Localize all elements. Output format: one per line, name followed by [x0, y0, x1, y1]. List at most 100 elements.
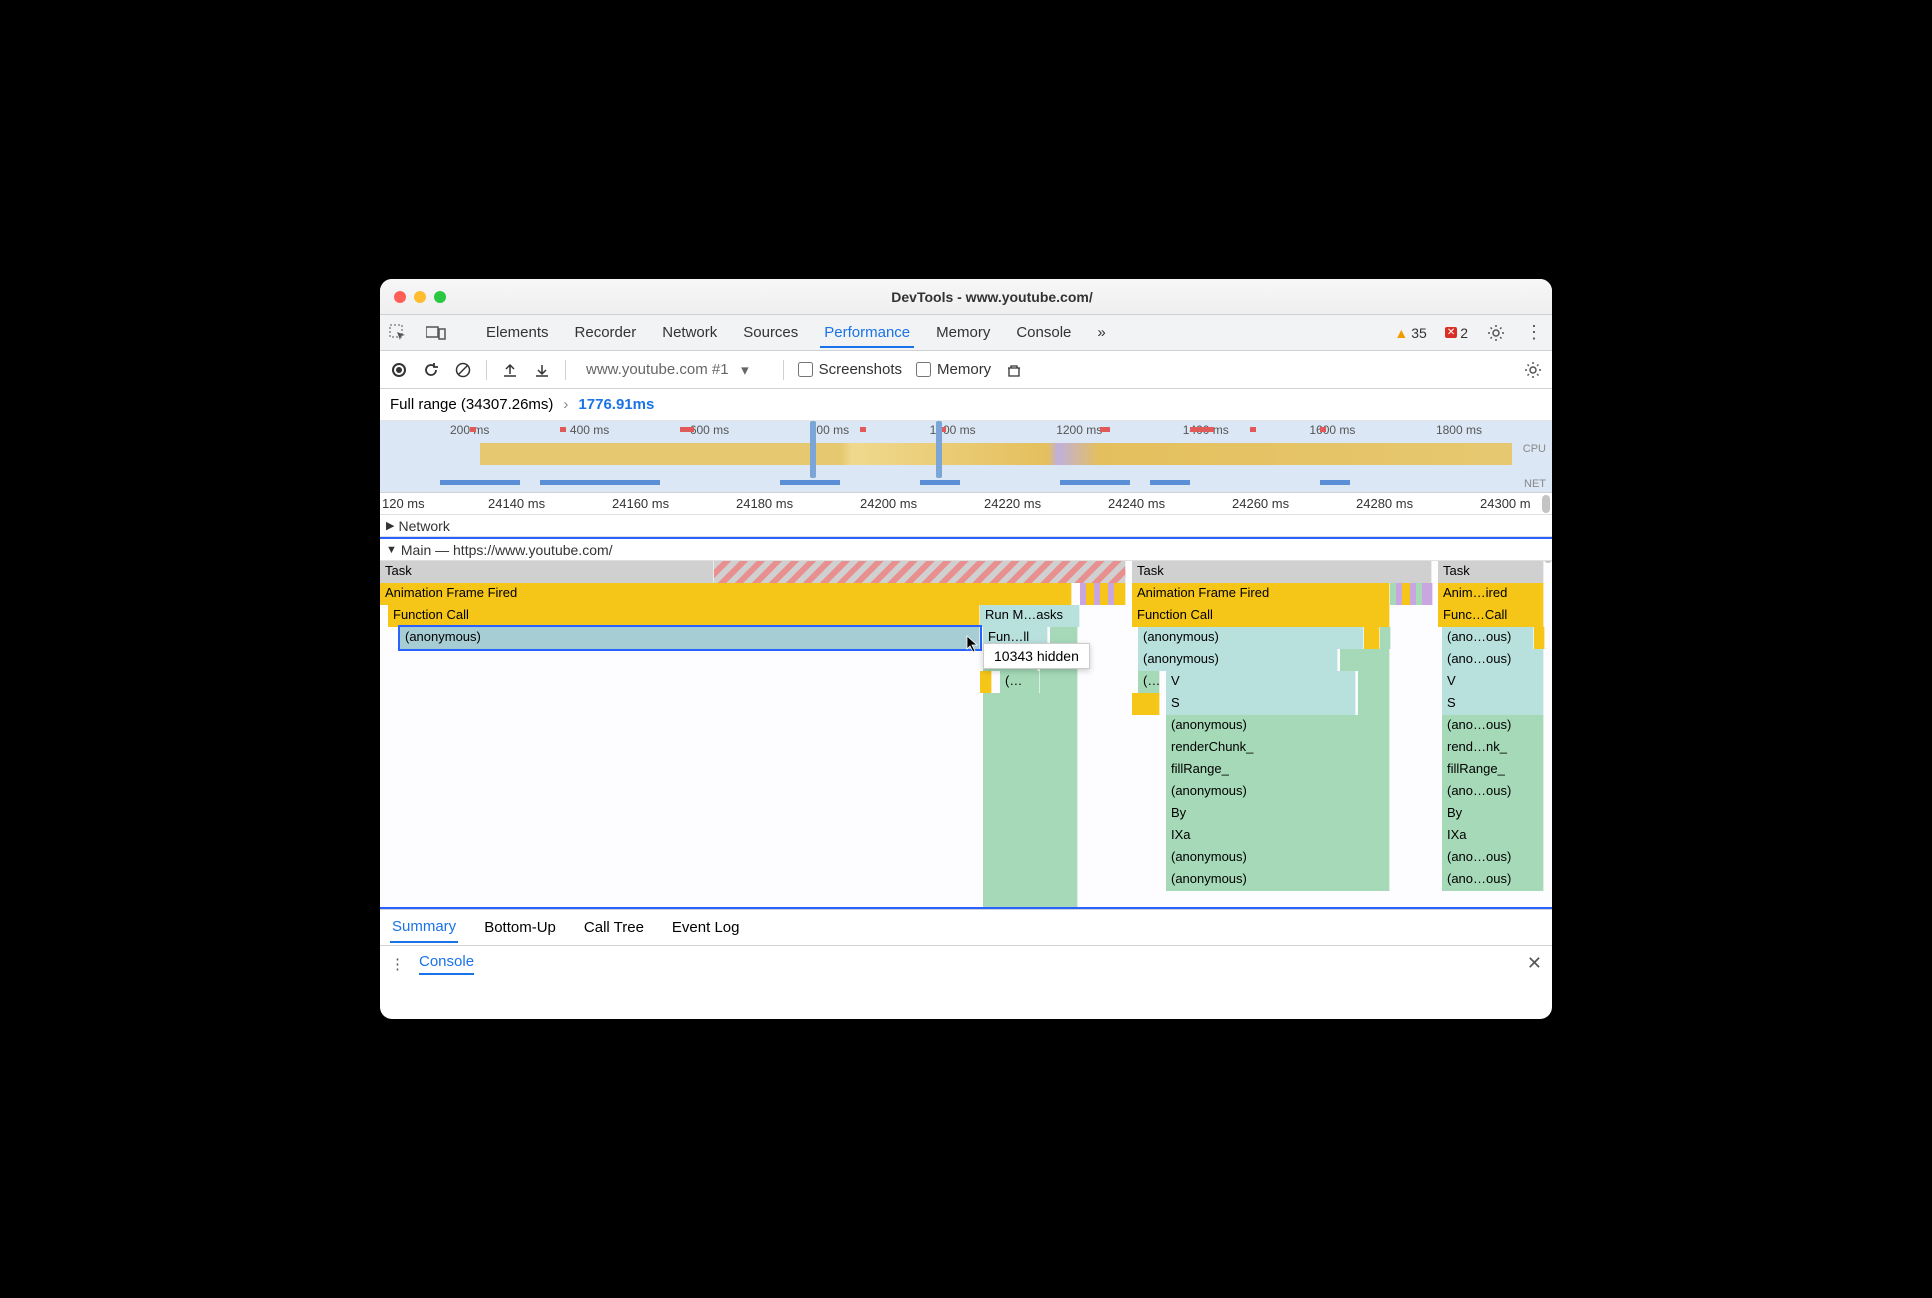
tab-bottom-up[interactable]: Bottom-Up [482, 913, 558, 942]
flame-task[interactable]: Task [1132, 561, 1432, 583]
main-track-header[interactable]: ▼Main — https://www.youtube.com/ [380, 539, 1552, 561]
flame-task-long[interactable] [714, 561, 1126, 583]
flame-fillrange[interactable]: fillRange_ [1442, 759, 1544, 781]
memory-checkbox[interactable]: Memory [916, 361, 991, 378]
flame-run-microtasks[interactable]: Run M…asks [980, 605, 1080, 627]
record-icon[interactable] [390, 361, 408, 379]
minimize-window-icon[interactable] [414, 291, 426, 303]
flame-anonymous[interactable]: (ano…ous) [1442, 847, 1544, 869]
flame-anonymous[interactable]: (anonymous) [1138, 649, 1338, 671]
flame-slice[interactable] [983, 759, 1078, 781]
flame-s[interactable]: S [1442, 693, 1544, 715]
profile-select[interactable]: www.youtube.com #1 ▾ [580, 359, 769, 381]
flame-v[interactable]: V [1166, 671, 1356, 693]
flame-slice[interactable] [1340, 649, 1390, 671]
flame-slice[interactable] [1380, 627, 1391, 649]
flame-paren[interactable]: (… [1000, 671, 1040, 693]
flame-ixa[interactable]: IXa [1166, 825, 1390, 847]
more-tabs-icon[interactable]: » [1093, 319, 1109, 346]
tab-network[interactable]: Network [658, 319, 721, 346]
flame-slice[interactable] [980, 671, 992, 693]
flame-slice[interactable] [983, 715, 1078, 737]
maximize-window-icon[interactable] [434, 291, 446, 303]
flame-slice[interactable] [983, 847, 1078, 869]
flame-task[interactable]: Task [1438, 561, 1544, 583]
upload-icon[interactable] [501, 361, 519, 379]
flame-renderchunk[interactable]: renderChunk_ [1166, 737, 1390, 759]
tab-elements[interactable]: Elements [482, 319, 553, 346]
flame-v[interactable]: V [1442, 671, 1544, 693]
flame-slice[interactable] [1534, 627, 1545, 649]
download-icon[interactable] [533, 361, 551, 379]
overview-handle-left[interactable] [810, 421, 816, 478]
overview-handle-right[interactable] [936, 421, 942, 478]
flame-anonymous-selected[interactable]: (anonymous) [400, 627, 980, 649]
detail-ruler[interactable]: 120 ms 24140 ms 24160 ms 24180 ms 24200 … [380, 493, 1552, 515]
kebab-icon[interactable]: ⋮ [1524, 322, 1544, 343]
gear-icon[interactable] [1486, 324, 1506, 342]
drawer-kebab-icon[interactable]: ⋮ [390, 955, 405, 973]
tab-event-log[interactable]: Event Log [670, 913, 742, 942]
tab-summary[interactable]: Summary [390, 912, 458, 943]
flame-by[interactable]: By [1166, 803, 1390, 825]
flame-slice[interactable] [1114, 583, 1126, 605]
warnings-badge[interactable]: ▲35 [1394, 325, 1426, 341]
inspect-icon[interactable] [388, 324, 408, 342]
tab-sources[interactable]: Sources [739, 319, 802, 346]
flame-anonymous[interactable]: (ano…ous) [1442, 869, 1544, 891]
flame-renderchunk[interactable]: rend…nk_ [1442, 737, 1544, 759]
flame-animation-frame[interactable]: Animation Frame Fired [1132, 583, 1390, 605]
clear-icon[interactable] [454, 361, 472, 379]
flame-function-call[interactable]: Function Call [388, 605, 980, 627]
flame-animation-frame[interactable]: Animation Frame Fired [380, 583, 1072, 605]
flame-anonymous[interactable]: (anonymous) [1166, 781, 1390, 803]
flame-anonymous[interactable]: (ano…ous) [1442, 627, 1534, 649]
close-window-icon[interactable] [394, 291, 406, 303]
flame-anonymous[interactable]: (anonymous) [1166, 715, 1390, 737]
screenshots-checkbox[interactable]: Screenshots [798, 361, 902, 378]
flame-chart[interactable]: Task Animation Frame Fired Function Call… [380, 561, 1552, 907]
tab-recorder[interactable]: Recorder [571, 319, 641, 346]
flame-ixa[interactable]: IXa [1442, 825, 1544, 847]
flame-slice[interactable] [1422, 583, 1433, 605]
flame-slice[interactable] [983, 891, 1078, 907]
breadcrumb-current[interactable]: 1776.91ms [578, 396, 654, 413]
close-drawer-icon[interactable]: ✕ [1527, 953, 1542, 974]
flame-task[interactable]: Task [380, 561, 714, 583]
overview-timeline[interactable]: 200 ms 400 ms 600 ms 800 ms 1000 ms 1200… [380, 421, 1552, 493]
errors-badge[interactable]: ✕2 [1445, 325, 1468, 341]
flame-anonymous[interactable]: (ano…ous) [1442, 781, 1544, 803]
flame-animation-frame[interactable]: Anim…ired [1438, 583, 1544, 605]
flame-anonymous[interactable]: (anonymous) [1138, 627, 1364, 649]
main-scrollbar[interactable] [1544, 561, 1552, 563]
tab-performance[interactable]: Performance [820, 319, 914, 348]
flame-slice[interactable] [1358, 671, 1390, 693]
flame-function-call[interactable]: Func…Call [1438, 605, 1544, 627]
tab-console[interactable]: Console [1012, 319, 1075, 346]
flame-slice[interactable] [983, 803, 1078, 825]
flame-slice[interactable] [983, 825, 1078, 847]
breadcrumb-root[interactable]: Full range (34307.26ms) [390, 396, 553, 413]
flame-slice[interactable] [1132, 693, 1160, 715]
flame-anonymous[interactable]: (ano…ous) [1442, 649, 1544, 671]
flame-slice[interactable] [1364, 627, 1380, 649]
flame-anonymous[interactable]: (ano…ous) [1442, 715, 1544, 737]
garbage-icon[interactable] [1005, 361, 1023, 379]
flame-slice[interactable] [983, 869, 1078, 891]
tab-memory[interactable]: Memory [932, 319, 994, 346]
device-icon[interactable] [426, 325, 446, 341]
reload-icon[interactable] [422, 361, 440, 379]
drawer-tab-console[interactable]: Console [419, 953, 474, 975]
flame-s[interactable]: S [1166, 693, 1356, 715]
flame-slice[interactable] [1358, 693, 1390, 715]
flame-slice[interactable] [983, 693, 1078, 715]
flame-dots[interactable]: (… [1138, 671, 1160, 693]
flame-slice[interactable] [983, 737, 1078, 759]
flame-fillrange[interactable]: fillRange_ [1166, 759, 1390, 781]
flame-function-call[interactable]: Function Call [1132, 605, 1390, 627]
flame-slice[interactable] [983, 781, 1078, 803]
flame-anonymous[interactable]: (anonymous) [1166, 847, 1390, 869]
panel-gear-icon[interactable] [1524, 361, 1542, 379]
flame-anonymous[interactable]: (anonymous) [1166, 869, 1390, 891]
flame-slice[interactable] [1040, 671, 1078, 693]
